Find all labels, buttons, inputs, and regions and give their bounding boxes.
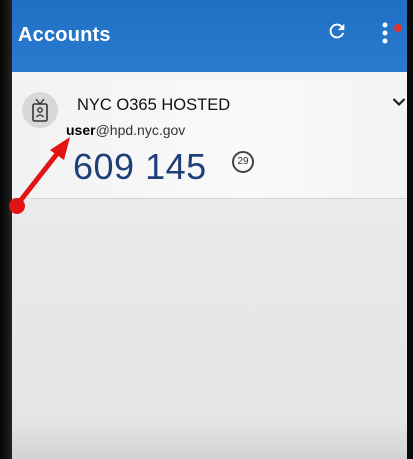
- bezel-right: [407, 0, 413, 459]
- more-vertical-icon[interactable]: [380, 20, 390, 46]
- avatar: [22, 92, 58, 128]
- app-title: Accounts: [18, 24, 111, 46]
- bottom-shadow: [12, 420, 407, 459]
- notification-dot: [394, 24, 402, 32]
- phone-screen: Accounts NYC O365 HOSTED user@hpd.nyc.go…: [0, 0, 413, 459]
- account-name: NYC O365 HOSTED: [77, 96, 231, 114]
- bezel-left: [0, 0, 12, 459]
- otp-timer: 29: [232, 151, 254, 173]
- otp-code[interactable]: 609 145: [73, 146, 207, 188]
- account-email-domain: @hpd.nyc.gov: [95, 122, 186, 138]
- account-email: user@hpd.nyc.gov: [66, 122, 185, 138]
- card-divider: [12, 198, 407, 199]
- refresh-icon[interactable]: [326, 20, 348, 42]
- badge-icon: [32, 98, 48, 122]
- chevron-down-icon[interactable]: [392, 97, 406, 107]
- account-email-user: user: [66, 122, 96, 138]
